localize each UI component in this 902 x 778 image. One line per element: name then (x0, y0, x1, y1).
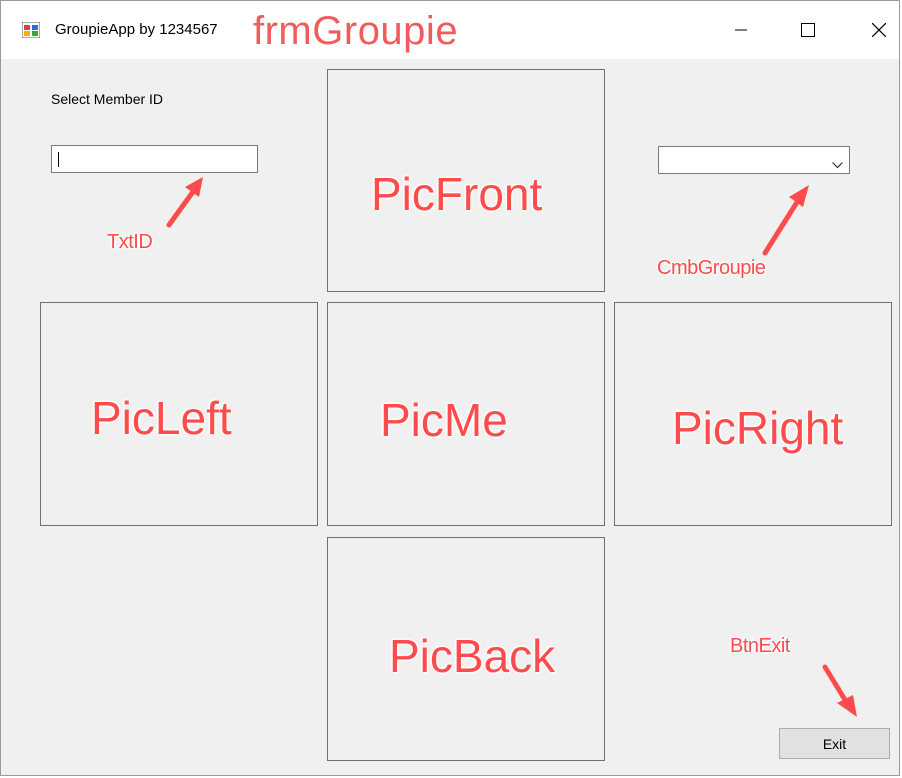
form-name-annotation: frmGroupie (253, 9, 459, 53)
close-icon (872, 23, 886, 37)
window-title: GroupieApp by 1234567 (55, 21, 218, 38)
chevron-down-icon[interactable] (832, 156, 843, 174)
close-button[interactable] (856, 15, 902, 45)
app-window: GroupieApp by 1234567 frmGroupie Select … (0, 0, 900, 776)
picme-annotation: PicMe (380, 394, 508, 446)
app-icon (21, 21, 41, 39)
btnexit-annotation: BtnExit (730, 635, 790, 657)
maximize-button[interactable] (785, 15, 831, 45)
groupie-combobox[interactable] (658, 146, 850, 174)
txtid-annotation: TxtID (107, 231, 153, 253)
picright-annotation: PicRight (672, 402, 844, 454)
txtid-arrow-icon (166, 177, 203, 228)
minimize-button[interactable] (718, 15, 764, 45)
select-member-id-label: Select Member ID (51, 91, 164, 107)
picback-annotation: PicBack (389, 630, 556, 682)
member-id-input[interactable] (51, 145, 258, 173)
exit-button-label: Exit (822, 735, 847, 752)
title-bar[interactable]: GroupieApp by 1234567 frmGroupie (1, 1, 899, 59)
maximize-icon (801, 23, 815, 37)
text-caret (58, 152, 59, 167)
exit-button[interactable]: Exit (779, 728, 890, 759)
picleft-annotation: PicLeft (91, 392, 232, 444)
minimize-icon (735, 24, 747, 36)
cmbgroupie-annotation: CmbGroupie (657, 257, 766, 279)
btnexit-arrow-icon (822, 664, 857, 717)
cmbgroupie-arrow-icon (762, 185, 809, 256)
picfront-annotation: PicFront (371, 168, 543, 220)
